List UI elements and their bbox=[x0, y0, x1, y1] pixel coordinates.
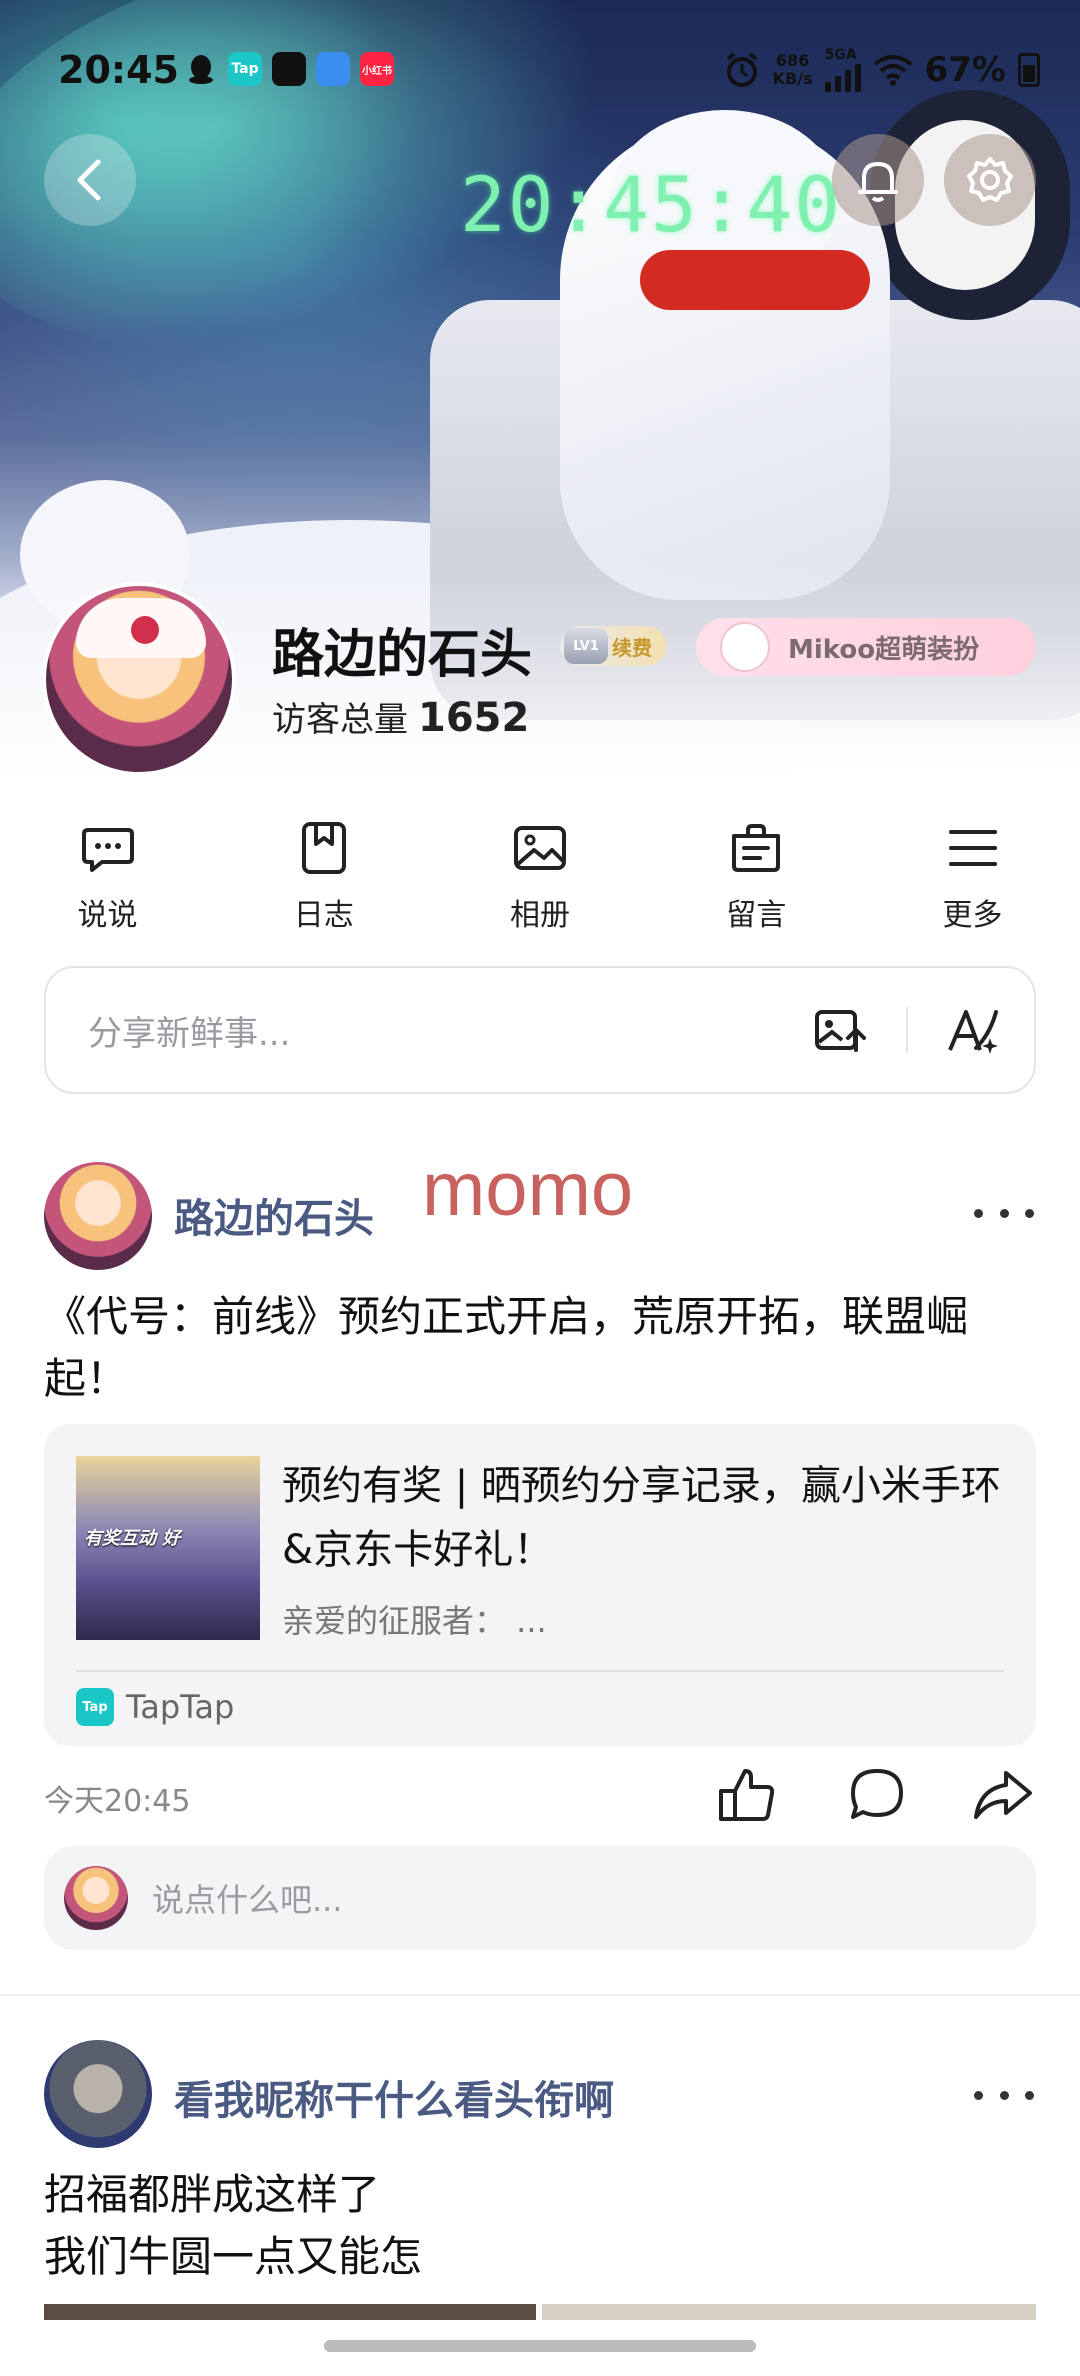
chevron-left-icon bbox=[77, 159, 101, 201]
card-source-label: TapTap bbox=[126, 1688, 235, 1726]
post-divider bbox=[0, 1994, 1080, 1996]
menu-icon bbox=[945, 820, 1001, 876]
comment-placeholder: 说点什么吧... bbox=[152, 1881, 343, 1919]
level-label: LV1 bbox=[564, 628, 608, 664]
profile-name: 路边的石头 bbox=[272, 625, 533, 685]
overlay-annotation-text: momo bbox=[422, 1147, 634, 1232]
mikoo-label: Mikoo超萌装扮 bbox=[788, 634, 980, 665]
nav-label: 留言 bbox=[726, 898, 787, 933]
post-author-avatar[interactable] bbox=[44, 2040, 152, 2148]
share-button[interactable] bbox=[970, 1762, 1036, 1828]
nav-label: 日志 bbox=[293, 898, 354, 933]
shared-link-card[interactable]: 有奖互动 好 预约有奖 | 晒预约分享记录，赢小米手环&京东卡好礼！ 亲爱的征服… bbox=[44, 1424, 1036, 1746]
battery-icon bbox=[1018, 53, 1040, 87]
thumbs-up-icon bbox=[719, 1769, 775, 1821]
banner-clock: 20:45:40 bbox=[460, 160, 843, 249]
cellular: 5GA bbox=[824, 47, 861, 92]
nav-label: 更多 bbox=[942, 898, 1003, 933]
post-photo[interactable] bbox=[44, 2304, 536, 2320]
card-thumbnail: 有奖互动 好 bbox=[76, 1456, 260, 1640]
status-bar: 20:45 Tap 小红书 686 KB/s 5GA 67% bbox=[0, 40, 1080, 100]
vip-level-badge[interactable]: LV1 续费 bbox=[560, 626, 666, 666]
post-photo[interactable] bbox=[542, 2304, 1036, 2320]
notifications-button[interactable] bbox=[832, 134, 924, 226]
bell-icon bbox=[858, 162, 898, 202]
post-author-avatar[interactable] bbox=[44, 1162, 152, 1270]
image-upload-icon bbox=[815, 1010, 866, 1052]
nav-item-album[interactable]: 相册 bbox=[473, 820, 608, 940]
post-author-name[interactable]: 看我昵称干什么看头衔啊 bbox=[174, 2068, 614, 2126]
post-text-line: 招福都胖成这样了 bbox=[44, 2170, 381, 2219]
signal-icon bbox=[824, 62, 861, 92]
share-input[interactable]: 分享新鲜事... bbox=[44, 966, 1036, 1094]
nav-label: 相册 bbox=[510, 898, 570, 933]
visits-label: 访客总量 bbox=[272, 700, 408, 740]
card-source: Tap TapTap bbox=[76, 1688, 234, 1726]
taptap-logo-icon: Tap bbox=[76, 1688, 114, 1726]
xiaohongshu-icon: 小红书 bbox=[360, 52, 394, 86]
status-right: 686 KB/s 5GA 67% bbox=[723, 48, 1040, 92]
wifi-icon bbox=[873, 55, 912, 86]
gear-icon bbox=[967, 157, 1013, 202]
post-author-name[interactable]: 路边的石头 bbox=[174, 1186, 374, 1244]
mikoo-dressup-button[interactable]: Mikoo超萌装扮 bbox=[696, 618, 1036, 676]
post-more-button[interactable] bbox=[974, 2080, 1034, 2110]
share-placeholder: 分享新鲜事... bbox=[88, 1013, 291, 1054]
commenter-avatar bbox=[64, 1866, 128, 1930]
settings-button[interactable] bbox=[944, 134, 1036, 226]
card-title: 预约有奖 | 晒预约分享记录，赢小米手环&京东卡好礼！ bbox=[282, 1463, 1001, 1573]
post-more-button[interactable] bbox=[974, 1198, 1034, 1228]
weather-icon bbox=[316, 52, 350, 86]
store-icon bbox=[272, 52, 306, 86]
visitor-count[interactable]: 访客总量 1652 bbox=[272, 692, 529, 741]
red-scarf-decoration bbox=[640, 250, 870, 310]
comment-button[interactable] bbox=[844, 1762, 910, 1828]
status-time: 20:45 bbox=[58, 48, 179, 92]
taptap-icon: Tap bbox=[228, 52, 262, 86]
nav-item-diary[interactable]: 日志 bbox=[256, 820, 391, 940]
bookmark-icon bbox=[296, 820, 352, 876]
post-timestamp: 今天20:45 bbox=[44, 1784, 191, 1819]
card-separator bbox=[76, 1670, 1004, 1672]
post-text: 《代号：前线》预约正式开启，荒原开拓，联盟崛起！ bbox=[44, 1292, 969, 1403]
message-icon bbox=[728, 820, 784, 876]
share-arrow-icon bbox=[974, 1771, 1032, 1819]
nav-label: 说说 bbox=[77, 898, 138, 933]
profile-nav: 说说 日志 相册 留言 更多 bbox=[0, 820, 1080, 940]
chat-bubble-icon bbox=[80, 820, 136, 876]
renew-label: 续费 bbox=[612, 635, 652, 660]
like-button[interactable] bbox=[714, 1762, 780, 1828]
visits-count: 1652 bbox=[418, 695, 530, 741]
upload-photo-button[interactable] bbox=[810, 1000, 870, 1060]
nav-item-shuoshuo[interactable]: 说说 bbox=[40, 820, 175, 940]
card-description: 亲爱的征服者： ... bbox=[282, 1602, 547, 1640]
mikoo-pet-icon bbox=[720, 622, 770, 672]
home-indicator[interactable] bbox=[324, 2340, 756, 2352]
nav-item-more[interactable]: 更多 bbox=[905, 820, 1040, 940]
comment-input[interactable]: 说点什么吧... bbox=[44, 1846, 1036, 1950]
network-type: 5GA bbox=[824, 47, 857, 63]
avatar-ribbon bbox=[131, 616, 159, 644]
share-divider bbox=[906, 1007, 908, 1053]
alarm-icon bbox=[726, 52, 757, 87]
comment-bubble-icon bbox=[851, 1769, 903, 1819]
card-thumbnail-caption: 有奖互动 好 bbox=[84, 1528, 181, 1549]
nav-item-messages[interactable]: 留言 bbox=[689, 820, 824, 940]
post-text-line: 我们牛圆一点又能怎 bbox=[44, 2232, 423, 2281]
back-button[interactable] bbox=[44, 134, 136, 226]
ai-assist-button[interactable] bbox=[944, 1000, 1004, 1060]
qq-icon bbox=[184, 52, 218, 86]
profile-avatar[interactable] bbox=[42, 582, 236, 776]
net-speed: 686 KB/s bbox=[772, 51, 813, 88]
image-icon bbox=[512, 820, 568, 876]
battery-percent: 67% bbox=[924, 50, 1006, 90]
ai-sparkle-icon bbox=[948, 1010, 998, 1054]
notification-app-icons: Tap 小红书 bbox=[184, 52, 394, 86]
